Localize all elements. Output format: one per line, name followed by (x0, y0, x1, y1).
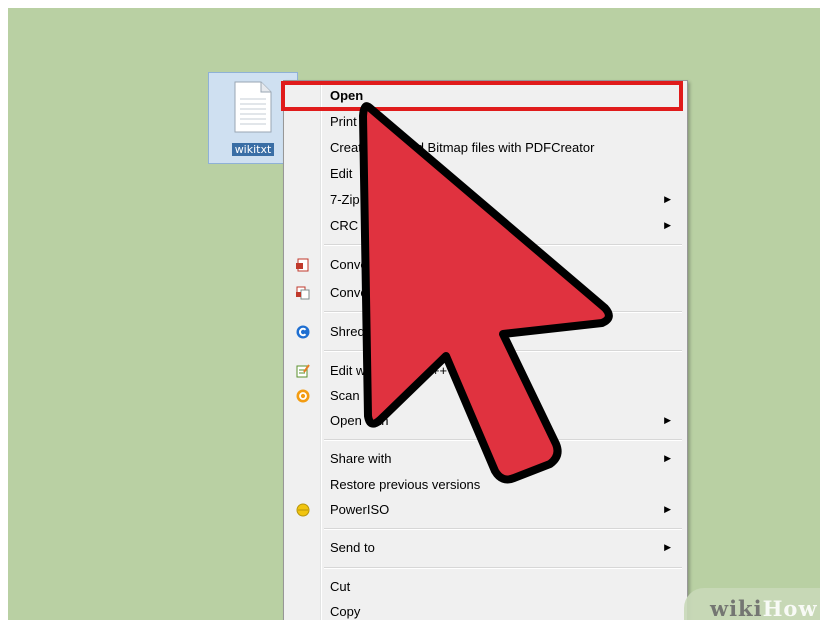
wikihow-watermark: wikiHow (684, 588, 820, 620)
watermark-how: How (762, 596, 818, 620)
desktop-background: wikitxt Open Print Create PDF and Bitmap… (8, 8, 820, 620)
watermark-wiki: wiki (710, 596, 763, 620)
pointer-arrow-icon (359, 102, 613, 484)
